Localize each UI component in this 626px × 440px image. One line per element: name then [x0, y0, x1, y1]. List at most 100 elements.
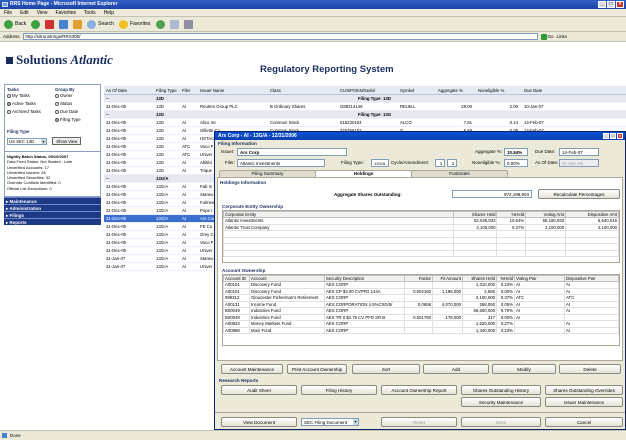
nav-administration[interactable]: ▸ Administration [4, 204, 101, 211]
grid-col-header[interactable]: Class [268, 88, 338, 93]
sort-button[interactable]: Sort [352, 364, 420, 374]
nav-filings[interactable]: ▸ Filings [4, 211, 101, 218]
delete-button[interactable]: Delete [559, 364, 621, 374]
close-icon[interactable]: × [616, 1, 624, 8]
add-button[interactable]: Add [423, 364, 489, 374]
cycle-field[interactable]: 1 [435, 159, 445, 167]
agg-shares-field[interactable]: 972,198,903 [452, 190, 532, 198]
filer-field[interactable]: Atlantic Investments [237, 159, 325, 167]
mail-button[interactable] [169, 19, 179, 29]
menu-help[interactable]: Help [104, 10, 114, 16]
radio-status[interactable]: Status [55, 100, 99, 108]
grid-col-header[interactable]: Due Date [522, 88, 566, 93]
tab-filing-summary[interactable]: Filing Summary [219, 170, 316, 177]
radio-my-tasks[interactable]: My Tasks [7, 92, 47, 100]
dialog-minimize-icon[interactable]: _ [603, 133, 609, 139]
radio-owner[interactable]: Owner [55, 92, 99, 100]
grid-col-header[interactable]: Filing Type [154, 88, 180, 93]
maximize-icon[interactable]: □ [607, 1, 615, 8]
tab-footnotes[interactable]: Footnotes [411, 170, 508, 177]
grid-col-header[interactable]: Aggregate % [436, 88, 476, 93]
collapse-icon[interactable]: − [104, 112, 154, 117]
radio-archived-tasks[interactable]: Archived Tasks [7, 108, 47, 116]
grid-group-row[interactable]: −13G Filing Type: 13G [104, 111, 626, 119]
account-maintenance-button[interactable]: Account Maintenance [221, 364, 283, 374]
filing-type-select[interactable]: US SEC 13D [7, 138, 47, 145]
corp-entity-title: Corporate Entity Ownership [222, 204, 284, 209]
favorites-button[interactable]: Favorites [118, 19, 151, 29]
account-row[interactable]: A00888 Muni Fund AES CORP 1,340,000 0.23% AI [223, 326, 619, 334]
grid-col-header[interactable]: CUSIP/ISIN/Sedol [338, 88, 398, 93]
links-button[interactable]: Links [557, 34, 568, 39]
dialog-title: Ars Corp - AI - 13G/A - 12/31/2006 [218, 133, 297, 139]
group-title: Filing Type: 13D [358, 96, 391, 101]
nav-maintenance[interactable]: ▸ Maintenance [4, 197, 101, 204]
grid-row[interactable]: 31-Dec-06 13D AI Reuters Group PLC B Ordinar… [104, 103, 626, 111]
amendment-field[interactable]: 1 [447, 159, 457, 167]
dialog-maximize-icon[interactable]: □ [610, 133, 616, 139]
shares-outstanding-overrides-button[interactable]: Shares Outstanding Overrides [545, 385, 623, 395]
address-bar: Address http://sitrunstrings/RRS300/ Go … [0, 32, 626, 42]
shares-outstanding-history-button[interactable]: Shares Outstanding History [461, 385, 541, 395]
collapse-icon[interactable]: − [104, 96, 154, 101]
filing-type-field[interactable]: 13G/A [371, 159, 389, 167]
grid-col-header[interactable]: Symbol [398, 88, 436, 93]
forward-button[interactable] [31, 19, 41, 29]
cancel-button[interactable]: Cancel [545, 417, 623, 427]
due-date-select[interactable]: 14-Feb-07 [559, 148, 599, 156]
radio-due-date[interactable]: Due Date [55, 108, 99, 116]
issuer-field[interactable]: Ars Corp [237, 148, 347, 156]
menu-tools[interactable]: Tools [84, 10, 96, 16]
menu-favorites[interactable]: Favorites [55, 10, 76, 16]
address-input[interactable]: http://sitrunstrings/RRS300/ [22, 33, 538, 40]
refresh-button[interactable] [59, 19, 69, 29]
corp-entity-body: Atlantic Investments 62,049,933 10.84% 58,1… [223, 217, 619, 257]
search-button[interactable]: Search [87, 19, 114, 29]
view-document-button[interactable]: View Document [221, 417, 297, 427]
print-account-ownership-button[interactable]: Print Account Ownership [287, 364, 347, 374]
stop-button[interactable] [45, 19, 55, 29]
issuer-maintenance-button[interactable]: Issuer Maintenance [545, 397, 623, 407]
audit-sheet-button[interactable]: Audit Sheet [221, 385, 297, 395]
recalculate-button[interactable]: Recalculate Percentages [538, 189, 620, 199]
tab-holdings[interactable]: Holdings [315, 170, 412, 177]
grid-cell: 28.00 [461, 104, 472, 109]
grid-group-row[interactable]: −13D Filing Type: 13D [104, 95, 626, 103]
home-button[interactable] [73, 19, 83, 29]
account-ownership-report-button[interactable]: Account Ownership Report [381, 385, 457, 395]
task-filter-box: Tasks My Tasks Active Tasks Archived Tas… [4, 84, 101, 152]
grid-cell: AI [182, 216, 187, 221]
corp-entity-table: Corporate Entity Shares Held %Held Votin… [223, 211, 619, 257]
modify-button[interactable]: Modify [492, 364, 556, 374]
history-button[interactable] [155, 19, 165, 29]
grid-col-header[interactable]: Filer [180, 88, 198, 93]
go-button[interactable]: Go [540, 33, 554, 40]
minimize-icon[interactable]: _ [598, 1, 606, 8]
nav-reports[interactable]: ▸ Reports [4, 218, 101, 225]
document-type-select[interactable]: SEC Filing Document ▾ [301, 418, 359, 426]
radio-filing-type[interactable]: Filing Type [55, 116, 99, 124]
grid-cell: 13D [156, 104, 164, 109]
dialog-close-icon[interactable]: × [617, 133, 623, 139]
grid-col-header[interactable]: Issuer Name [198, 88, 268, 93]
show-view-button[interactable]: Show View [52, 137, 82, 145]
save-button[interactable]: Save [461, 417, 541, 427]
collapse-icon[interactable]: − [104, 176, 154, 181]
back-button[interactable]: Back [4, 19, 26, 29]
grid-header-row: As Of Date Filing Type Filer Issuer Name Cla… [104, 86, 626, 95]
reset-button[interactable]: Reset [381, 417, 457, 427]
menu-edit[interactable]: Edit [20, 10, 29, 16]
grid-cell: 31-Dec-06 [106, 184, 127, 189]
grid-cell: AI [182, 200, 187, 205]
logo-square-icon [6, 56, 13, 64]
filing-history-button[interactable]: Filing History [301, 385, 377, 395]
menu-file[interactable]: File [4, 10, 12, 16]
grid-col-header[interactable]: As Of Date [104, 88, 154, 93]
grid-row[interactable]: 31-Dec-06 13G AI Alico Inc Common Stock 01623… [104, 119, 626, 127]
col-account-id[interactable]: Account ID [223, 275, 250, 282]
radio-active-tasks[interactable]: Active Tasks [7, 100, 47, 108]
security-maintenance-button[interactable]: Security Maintenance [461, 397, 541, 407]
grid-col-header[interactable]: Noneligible % [476, 88, 522, 93]
menu-view[interactable]: View [37, 10, 48, 16]
print-button[interactable] [183, 19, 193, 29]
